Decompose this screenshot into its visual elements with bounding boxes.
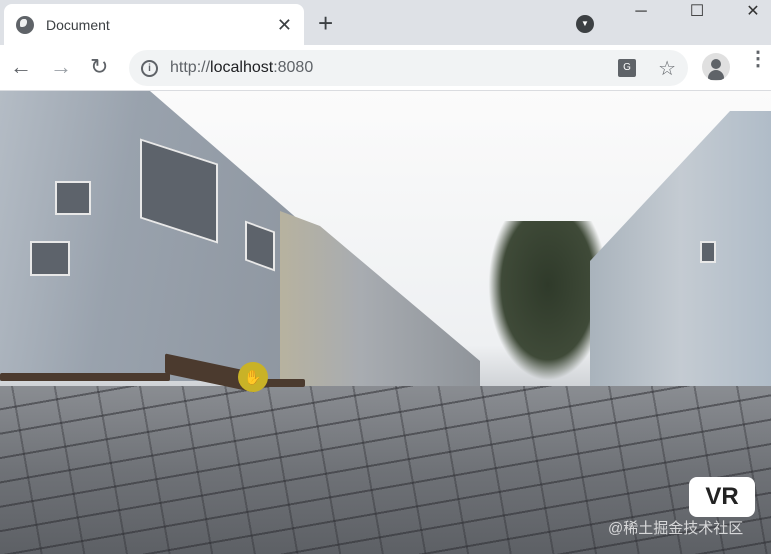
close-window-button[interactable]: ✕ (730, 0, 771, 30)
new-tab-button[interactable]: + (318, 8, 333, 38)
buildings-street (280, 211, 480, 386)
menu-icon[interactable]: ⋮ (748, 49, 768, 69)
tab-close-icon[interactable]: ✕ (277, 15, 292, 36)
address-bar[interactable]: i http://localhost:8080 G ☆ (129, 50, 688, 86)
forward-button[interactable]: → (50, 55, 72, 79)
bookmark-star-icon[interactable]: ☆ (658, 56, 676, 81)
bench (0, 373, 170, 381)
window (700, 241, 716, 263)
translate-icon[interactable]: G (618, 59, 637, 77)
browser-toolbar: ← → ↻ i http://localhost:8080 G ☆ ⋮ (0, 45, 771, 91)
tab-search-icon[interactable]: ▼ (576, 15, 594, 33)
url-port: :8080 (273, 59, 314, 76)
title-bar: Document ✕ + ▼ ─ ☐ ✕ (0, 0, 771, 46)
reload-button[interactable]: ↻ (90, 55, 108, 79)
panorama-viewer[interactable]: ✋ VR @稀土掘金技术社区 (0, 91, 771, 554)
window (55, 181, 91, 215)
building-right (590, 111, 771, 391)
profile-avatar[interactable] (702, 53, 730, 81)
back-button[interactable]: ← (10, 55, 32, 79)
window (30, 241, 70, 276)
maximize-button[interactable]: ☐ (674, 0, 720, 30)
url-host: localhost (210, 59, 274, 76)
url-text[interactable]: http://localhost:8080 (170, 59, 618, 77)
globe-icon (16, 16, 34, 34)
info-icon[interactable]: i (141, 59, 158, 77)
tab-document[interactable]: Document ✕ (4, 4, 304, 46)
drag-hand-icon[interactable]: ✋ (238, 362, 268, 392)
url-scheme: http:// (170, 59, 211, 76)
minimize-button[interactable]: ─ (618, 0, 664, 30)
vr-button[interactable]: VR (689, 477, 755, 517)
tab-title: Document (46, 17, 110, 33)
watermark: @稀土掘金技术社区 (608, 520, 744, 537)
